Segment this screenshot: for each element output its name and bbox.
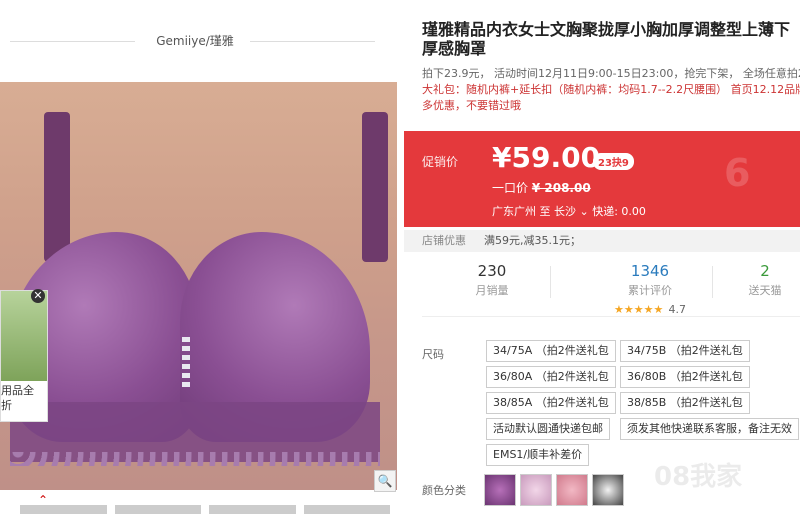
decorative-watermark: 6 xyxy=(724,151,751,195)
ship-from: 广东广州 xyxy=(492,205,536,218)
express-fee: 快递: 0.00 xyxy=(592,205,646,218)
shipping-option[interactable]: 活动默认圆通快递包邮 xyxy=(486,418,610,440)
side-ad-image[interactable] xyxy=(1,291,47,381)
thumbnail[interactable] xyxy=(20,505,107,514)
strap-right xyxy=(362,112,388,262)
reviews-label: 累计评价 xyxy=(628,284,672,297)
thumbnail[interactable] xyxy=(209,505,296,514)
current-price: ¥59.00 xyxy=(492,141,601,174)
coupon-value: 满59元,减35.1元； xyxy=(484,234,581,247)
thumbnail[interactable] xyxy=(114,505,201,514)
original-price-label: 一口价 xyxy=(492,181,529,195)
product-title: 瑾雅精品内衣女士文胸聚拢厚小胸加厚调整型上薄下厚感胸罩 xyxy=(422,20,791,58)
side-ad-popup[interactable]: ✕ 用品全 折 xyxy=(0,289,48,422)
size-option[interactable]: 34/75B （拍2件送礼包 xyxy=(620,340,750,362)
shipping-row: 广东广州 至 长沙 ⌄ 快递: 0.00 xyxy=(492,203,646,219)
side-ad-text-line1: 用品全 xyxy=(1,384,34,397)
promo-line-2: 大礼包：随机内裤+延长扣（随机内裤：均码1.7--2.2尺腰围） 首页12.12… xyxy=(422,83,800,96)
original-price-row: 一口价 ¥ 208.00 xyxy=(492,179,591,196)
divider xyxy=(712,266,713,298)
coupon-row: 店铺优惠 满59元,减35.1元； xyxy=(404,230,800,252)
brand-name: Gemiiye/瑾雅 xyxy=(156,34,234,48)
stat-monthly-sales: 230 月销量 xyxy=(432,262,552,298)
divider-left xyxy=(10,41,135,42)
product-image[interactable] xyxy=(0,82,397,490)
size-label: 尺码 xyxy=(422,348,444,361)
product-gallery: Gemiiye/瑾雅 ✕ 用品全 折 🔍 ⌃ xyxy=(0,0,400,514)
monthly-sales-value: 230 xyxy=(477,262,507,280)
stats-row: 230 月销量 1346 累计评价 ★★★★★ 4.7 2 送天猫 xyxy=(422,262,800,316)
price-badge: 23抉9 xyxy=(593,153,634,170)
ship-to-select[interactable]: 长沙 ⌄ xyxy=(554,205,589,218)
side-ad-text-line2: 折 xyxy=(1,399,12,412)
color-swatch-rose[interactable] xyxy=(556,474,588,506)
returns-label: 送天猫 xyxy=(748,284,782,297)
chevron-down-icon: ⌄ xyxy=(579,205,589,218)
promo-text: 拍下23.9元， 活动时间12月11日9:00-15日23:00，抢完下架， 全… xyxy=(422,66,800,114)
price-label: 促销价 xyxy=(422,155,459,169)
promo-line-3: 多优惠，不要错过哦 xyxy=(422,99,521,112)
product-info: 瑾雅精品内衣女士文胸聚拢厚小胸加厚调整型上薄下厚感胸罩 拍下23.9元， 活动时… xyxy=(404,0,800,514)
zoom-icon[interactable]: 🔍 xyxy=(374,470,396,492)
coupon-label: 店铺优惠 xyxy=(422,234,466,247)
rating: ★★★★★ 4.7 xyxy=(590,298,710,317)
color-swatch-pink[interactable] xyxy=(520,474,552,506)
color-swatch-purple[interactable] xyxy=(484,474,516,506)
shipping-option[interactable]: 须发其他快递联系客服，备注无效 xyxy=(620,418,799,440)
side-ad-text: 用品全 折 xyxy=(1,383,47,413)
size-option[interactable]: 36/80A （拍2件送礼包 xyxy=(486,366,616,388)
divider xyxy=(550,266,551,298)
lace-trim xyxy=(10,452,380,466)
color-label: 颜色分类 xyxy=(422,484,466,497)
size-option[interactable]: 36/80B （拍2件送礼包 xyxy=(620,366,750,388)
price-panel: 促销价 ¥59.00 23抉9 一口价 ¥ 208.00 广东广州 至 长沙 ⌄… xyxy=(404,131,800,227)
stat-returns: 2 送天猫 xyxy=(730,262,800,298)
close-icon[interactable]: ✕ xyxy=(31,289,45,303)
returns-value: 2 xyxy=(760,262,770,280)
color-swatch-black[interactable] xyxy=(592,474,624,506)
monthly-sales-label: 月销量 xyxy=(475,284,509,297)
site-watermark: 08我家 xyxy=(654,462,743,492)
shipping-option[interactable]: EMS1/顺丰补差价 xyxy=(486,444,590,466)
promo-line-1: 拍下23.9元， 活动时间12月11日9:00-15日23:00，抢完下架， 全… xyxy=(422,67,800,80)
original-price: ¥ 208.00 xyxy=(531,181,591,195)
brand-header: Gemiiye/瑾雅 xyxy=(0,34,400,48)
size-option[interactable]: 38/85A （拍2件送礼包 xyxy=(486,392,616,414)
star-icons: ★★★★★ xyxy=(614,303,664,316)
reviews-value: 1346 xyxy=(630,262,670,280)
thumbnail[interactable] xyxy=(303,505,390,514)
rating-value: 4.7 xyxy=(668,303,686,316)
gem-decoration xyxy=(182,337,190,387)
strap-left xyxy=(44,112,70,262)
ship-to-value: 长沙 xyxy=(554,205,576,218)
divider-right xyxy=(250,41,375,42)
thumbnail-strip xyxy=(20,505,390,514)
ship-to-word: 至 xyxy=(539,205,551,218)
size-option[interactable]: 38/85B （拍2件送礼包 xyxy=(620,392,750,414)
divider xyxy=(422,316,800,317)
size-option[interactable]: 34/75A （拍2件送礼包 xyxy=(486,340,616,362)
stat-reviews[interactable]: 1346 累计评价 ★★★★★ 4.7 xyxy=(590,262,710,317)
